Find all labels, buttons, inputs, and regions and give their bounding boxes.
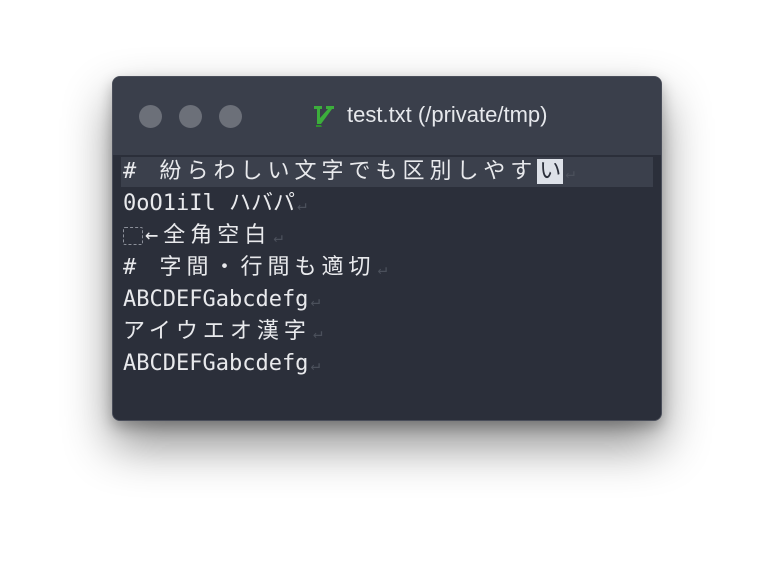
line-text: 0oO1iIl ハバパ bbox=[123, 191, 295, 216]
eol-marker: ↵ bbox=[377, 259, 388, 278]
fullwidth-space-marker-icon bbox=[123, 227, 143, 245]
window-title: test.txt (/private/tmp) bbox=[347, 102, 548, 127]
eol-marker: ↵ bbox=[312, 323, 323, 342]
title-bar[interactable]: test.txt (/private/tmp) bbox=[113, 77, 661, 155]
line-text: # 紛らわしい文字でも区別しやす bbox=[123, 159, 538, 184]
editor-line-4[interactable]: # 字間・行間も適切 ↵ bbox=[123, 253, 387, 283]
editor-line-2[interactable]: 0oO1iIl ハバパ ↵ bbox=[123, 189, 307, 219]
eol-marker: ↵ bbox=[273, 227, 283, 246]
vim-icon bbox=[314, 106, 334, 127]
editor-line-3[interactable]: ←全角空白 ↵ bbox=[123, 221, 283, 251]
eol-marker: ↵ bbox=[565, 163, 575, 182]
eol-marker: ↵ bbox=[310, 291, 321, 310]
line-text: アイウエオ漢字 bbox=[123, 319, 311, 344]
line-text: # 字間・行間も適切 bbox=[123, 255, 376, 280]
line-text: ABCDEFGabcdefg bbox=[123, 351, 309, 376]
editor-line-6[interactable]: アイウエオ漢字 ↵ bbox=[123, 317, 323, 347]
text-editor-area[interactable]: # 紛らわしい文字でも区別しやすい ↵ 0oO1iIl ハバパ ↵ ←全角空白 ↵ #… bbox=[113, 155, 661, 420]
eol-marker: ↵ bbox=[310, 355, 321, 374]
line-text: ←全角空白 bbox=[145, 223, 272, 248]
zoom-window-button[interactable] bbox=[219, 105, 242, 128]
eol-marker: ↵ bbox=[296, 195, 307, 214]
editor-line-1-current[interactable]: # 紛らわしい文字でも区別しやすい ↵ bbox=[121, 157, 653, 187]
line-text: ABCDEFGabcdefg bbox=[123, 287, 309, 312]
editor-window[interactable]: test.txt (/private/tmp) # 紛らわしい文字でも区別しやす… bbox=[112, 76, 662, 421]
desktop-background: test.txt (/private/tmp) # 紛らわしい文字でも区別しやす… bbox=[0, 0, 772, 568]
editor-line-7[interactable]: ABCDEFGabcdefg ↵ bbox=[123, 349, 320, 379]
text-cursor: い bbox=[537, 159, 564, 184]
close-window-button[interactable] bbox=[139, 105, 162, 128]
editor-line-5[interactable]: ABCDEFGabcdefg ↵ bbox=[123, 285, 320, 315]
minimize-window-button[interactable] bbox=[179, 105, 202, 128]
